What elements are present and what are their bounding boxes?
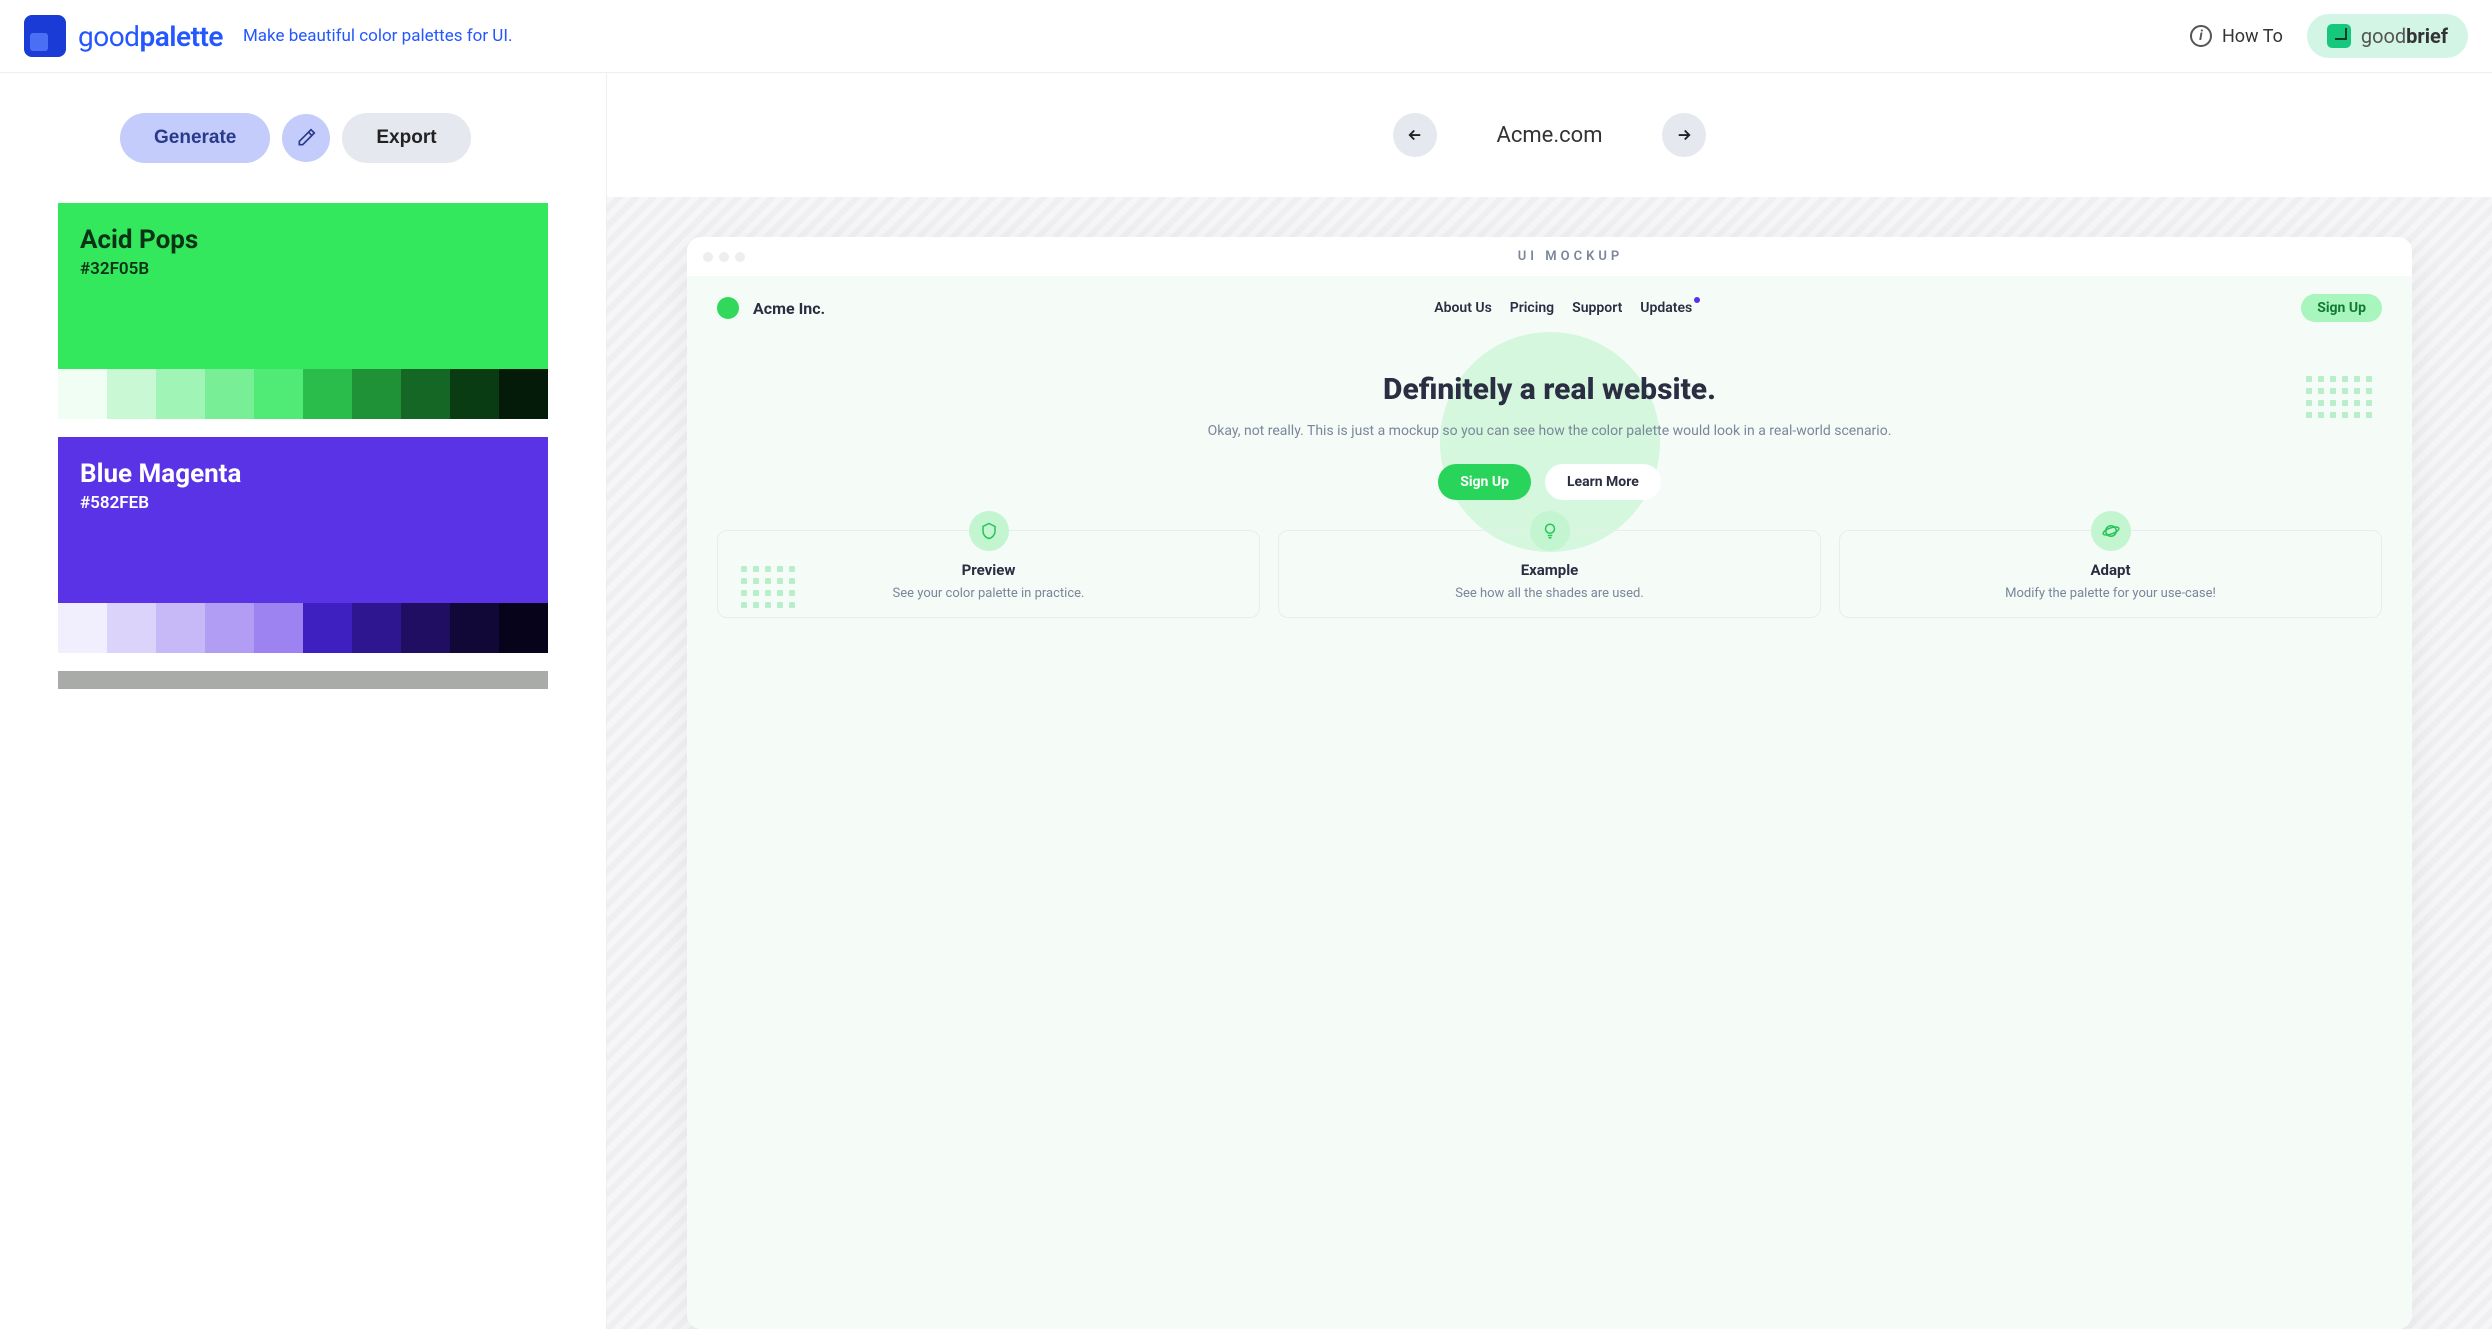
palette-card[interactable]: Blue Magenta #582FEB: [58, 437, 548, 653]
palette-card[interactable]: Acid Pops #32F05B: [58, 203, 548, 419]
shade-swatch[interactable]: [156, 603, 205, 653]
shade-swatch[interactable]: [107, 603, 156, 653]
mockup-titlebar: UI MOCKUP: [687, 237, 2412, 276]
hero-secondary-button[interactable]: Learn More: [1545, 464, 1661, 500]
mockup-hero: Definitely a real website. Okay, not rea…: [717, 322, 2382, 520]
shade-swatch[interactable]: [58, 603, 107, 653]
window-dots-icon: [703, 252, 745, 262]
palette-list: Acid Pops #32F05B Blue Magenta #582FEB: [0, 203, 606, 689]
shade-row: [58, 603, 548, 653]
mockup-nav-link[interactable]: About Us: [1434, 300, 1492, 316]
logo-text: goodpalette: [78, 20, 223, 53]
preview-toolbar: Acme.com: [607, 73, 2492, 197]
mockup-brand: Acme Inc.: [753, 299, 825, 318]
shade-swatch[interactable]: [254, 369, 303, 419]
mockup-title: UI MOCKUP: [745, 249, 2396, 264]
next-preview-button[interactable]: [1662, 113, 1706, 157]
feature-icon: [1530, 511, 1570, 551]
shade-swatch[interactable]: [499, 603, 548, 653]
export-button[interactable]: Export: [342, 113, 470, 163]
feature-card: Preview See your color palette in practic…: [717, 530, 1260, 618]
palette-hex: #582FEB: [80, 493, 526, 513]
arrow-right-icon: [1675, 126, 1693, 144]
hero-primary-button[interactable]: Sign Up: [1438, 464, 1531, 500]
howto-label: How To: [2222, 26, 2283, 47]
shade-swatch[interactable]: [254, 603, 303, 653]
goodbrief-label: goodbrief: [2361, 24, 2448, 48]
goodbrief-icon: [2327, 24, 2351, 48]
shade-swatch[interactable]: [352, 603, 401, 653]
goodbrief-link[interactable]: goodbrief: [2307, 14, 2468, 58]
shade-swatch[interactable]: [303, 603, 352, 653]
info-icon: i: [2190, 25, 2212, 47]
preview-title: Acme.com: [1497, 123, 1603, 148]
palette-name: Acid Pops: [80, 225, 526, 255]
palette-name: Blue Magenta: [80, 459, 526, 489]
mockup-nav-link[interactable]: Pricing: [1510, 300, 1554, 316]
feature-title: Example: [1293, 561, 1806, 579]
generate-button[interactable]: Generate: [120, 113, 270, 163]
left-toolbar: Generate Export: [0, 73, 606, 203]
left-panel: Generate Export Acid Pops #32F05B Blue Mag…: [0, 73, 607, 1329]
feature-title: Preview: [732, 561, 1245, 579]
mockup-logo-icon: [717, 297, 739, 319]
feature-desc: See your color palette in practice.: [732, 585, 1245, 603]
feature-icon: [2091, 511, 2131, 551]
logo[interactable]: goodpalette: [24, 15, 223, 57]
shade-swatch[interactable]: [303, 369, 352, 419]
shade-row: [58, 369, 548, 419]
hero-subtitle: Okay, not really. This is just a mockup …: [777, 421, 2322, 442]
mockup-window: UI MOCKUP Acme Inc. About Us Pricing Suppo…: [687, 237, 2412, 1329]
shade-swatch[interactable]: [401, 603, 450, 653]
preview-area: UI MOCKUP Acme Inc. About Us Pricing Suppo…: [607, 197, 2492, 1329]
app-header: goodpalette Make beautiful color palette…: [0, 0, 2492, 73]
feature-icon: [969, 511, 1009, 551]
mockup-signup-pill[interactable]: Sign Up: [2301, 294, 2382, 322]
shade-swatch[interactable]: [401, 369, 450, 419]
logo-icon: [24, 15, 66, 57]
right-panel: Acme.com UI MOCKUP Acme Inc. About Us Pri…: [607, 73, 2492, 1329]
mockup-nav-link[interactable]: Support: [1572, 300, 1622, 316]
arrow-left-icon: [1406, 126, 1424, 144]
mockup-body: Acme Inc. About UsPricingSupportUpdates …: [687, 276, 2412, 1329]
feature-row: Preview See your color palette in practic…: [717, 520, 2382, 618]
feature-desc: Modify the palette for your use-case!: [1854, 585, 2367, 603]
eyedropper-icon: [296, 128, 316, 148]
feature-title: Adapt: [1854, 561, 2367, 579]
tagline: Make beautiful color palettes for UI.: [243, 26, 512, 46]
shade-swatch[interactable]: [58, 369, 107, 419]
howto-link[interactable]: i How To: [2190, 25, 2283, 47]
prev-preview-button[interactable]: [1393, 113, 1437, 157]
palette-card[interactable]: [58, 671, 548, 689]
palette-hex: #32F05B: [80, 259, 526, 279]
eyedropper-button[interactable]: [282, 114, 330, 162]
shade-swatch[interactable]: [450, 369, 499, 419]
shade-swatch[interactable]: [450, 603, 499, 653]
shade-swatch[interactable]: [205, 603, 254, 653]
shade-swatch[interactable]: [499, 369, 548, 419]
feature-card: Example See how all the shades are used.: [1278, 530, 1821, 618]
shade-swatch[interactable]: [156, 369, 205, 419]
feature-desc: See how all the shades are used.: [1293, 585, 1806, 603]
shade-swatch[interactable]: [205, 369, 254, 419]
mockup-nav: Acme Inc. About UsPricingSupportUpdates …: [717, 294, 2382, 322]
hero-heading: Definitely a real website.: [777, 372, 2322, 407]
feature-card: Adapt Modify the palette for your use-cas…: [1839, 530, 2382, 618]
mockup-nav-link[interactable]: Updates: [1640, 300, 1692, 316]
shade-swatch[interactable]: [107, 369, 156, 419]
shade-swatch[interactable]: [352, 369, 401, 419]
